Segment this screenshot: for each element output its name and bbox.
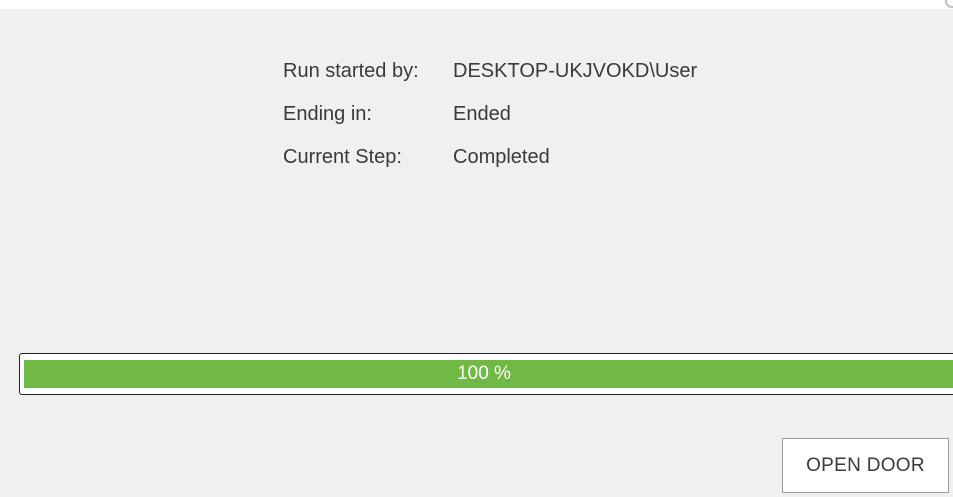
top-strip xyxy=(0,0,953,9)
current-step-row: Current Step: Completed xyxy=(283,144,697,187)
ending-in-row: Ending in: Ended xyxy=(283,101,697,144)
progress-bar: 100 % xyxy=(19,353,953,395)
ending-in-value: Ended xyxy=(453,103,511,125)
run-started-by-label: Run started by: xyxy=(283,60,419,82)
progress-percent-label: 100 % xyxy=(457,363,511,384)
ending-in-label: Ending in: xyxy=(283,103,372,125)
run-started-by-row: Run started by: DESKTOP-UKJVOKD\User xyxy=(283,58,697,101)
open-door-button[interactable]: OPEN DOOR xyxy=(782,438,949,493)
run-started-by-value: DESKTOP-UKJVOKD\User xyxy=(453,60,698,82)
run-info-panel: Run started by: DESKTOP-UKJVOKD\User End… xyxy=(283,58,697,187)
current-step-value: Completed xyxy=(453,146,550,168)
current-step-label: Current Step: xyxy=(283,146,402,168)
